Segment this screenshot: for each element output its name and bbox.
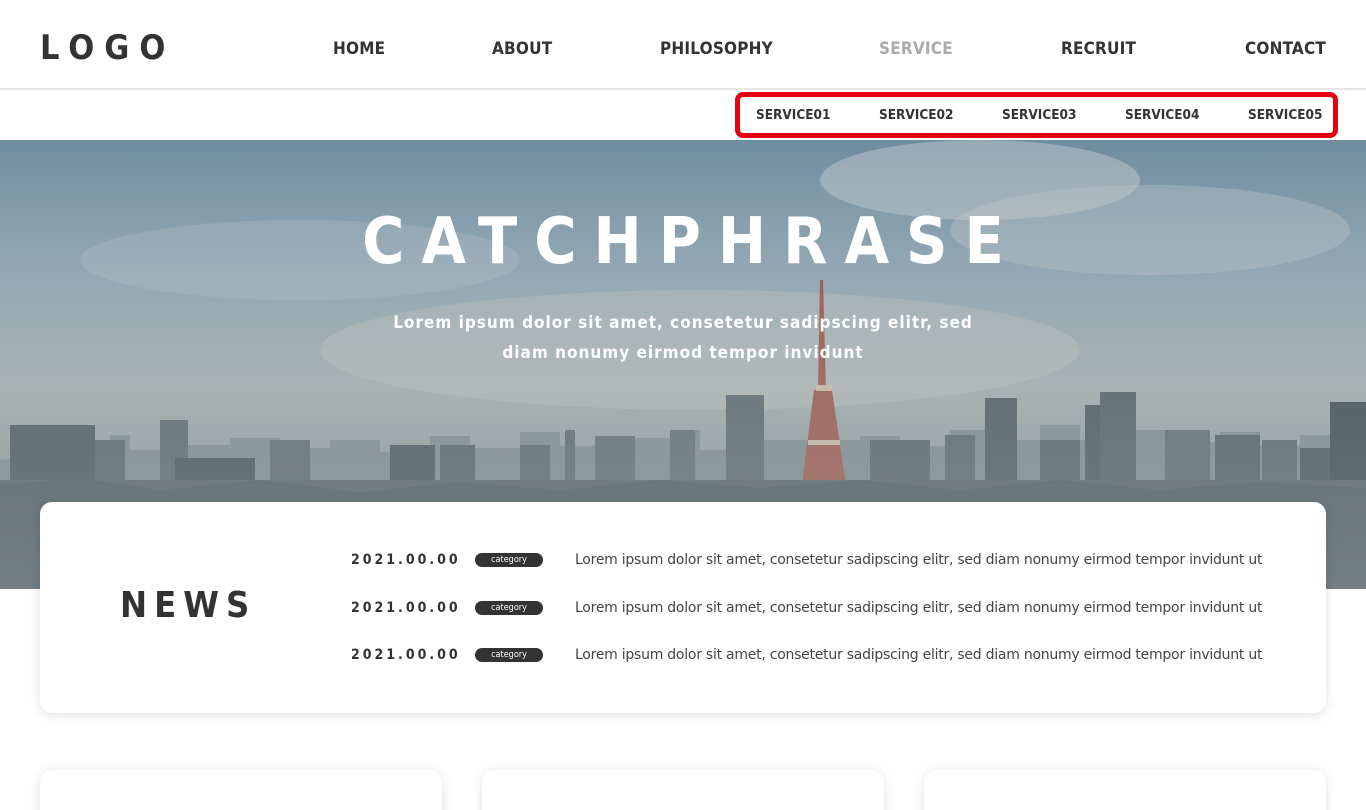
news-text-link[interactable]: Lorem ipsum dolor sit amet, consetetur s… — [575, 550, 1262, 570]
nav-home[interactable]: HOME — [333, 38, 385, 60]
news-item[interactable]: 2021.00.00 category Lorem ipsum dolor si… — [351, 598, 1262, 618]
news-category-badge: category — [475, 601, 543, 615]
content-card[interactable] — [482, 770, 884, 810]
news-text-link[interactable]: Lorem ipsum dolor sit amet, consetetur s… — [575, 598, 1262, 618]
nav-contact[interactable]: CONTACT — [1245, 38, 1326, 60]
news-date: 2021.00.00 — [351, 600, 461, 616]
hero-catchphrase: CATCHPHRASE — [362, 205, 1021, 279]
content-card[interactable] — [40, 770, 442, 810]
nav-service[interactable]: SERVICE — [879, 38, 953, 60]
site-header: LOGO HOME ABOUT PHILOSOPHY SERVICE RECRU… — [0, 0, 1366, 90]
nav-recruit[interactable]: RECRUIT — [1061, 38, 1136, 60]
news-text-link[interactable]: Lorem ipsum dolor sit amet, consetetur s… — [575, 645, 1262, 665]
subnav-service01[interactable]: SERVICE01 — [756, 106, 830, 124]
nav-about[interactable]: ABOUT — [492, 38, 552, 60]
subnav-service02[interactable]: SERVICE02 — [879, 106, 953, 124]
news-date: 2021.00.00 — [351, 552, 461, 568]
hero-lead-text: Lorem ipsum dolor sit amet, consetetur s… — [393, 313, 973, 363]
nav-philosophy[interactable]: PHILOSOPHY — [660, 38, 773, 60]
news-category-badge: category — [475, 648, 543, 662]
news-item[interactable]: 2021.00.00 category Lorem ipsum dolor si… — [351, 645, 1262, 665]
news-category-badge: category — [475, 553, 543, 567]
site-logo[interactable]: LOGO — [40, 28, 175, 68]
subnav-service04[interactable]: SERVICE04 — [1125, 106, 1199, 124]
news-item[interactable]: 2021.00.00 category Lorem ipsum dolor si… — [351, 550, 1262, 570]
news-card: NEWS 2021.00.00 category Lorem ipsum dol… — [40, 502, 1326, 713]
subnav-service05[interactable]: SERVICE05 — [1248, 106, 1322, 124]
news-heading: NEWS — [120, 585, 257, 626]
subnav-service03[interactable]: SERVICE03 — [1002, 106, 1076, 124]
content-card[interactable] — [924, 770, 1326, 810]
news-date: 2021.00.00 — [351, 647, 461, 663]
